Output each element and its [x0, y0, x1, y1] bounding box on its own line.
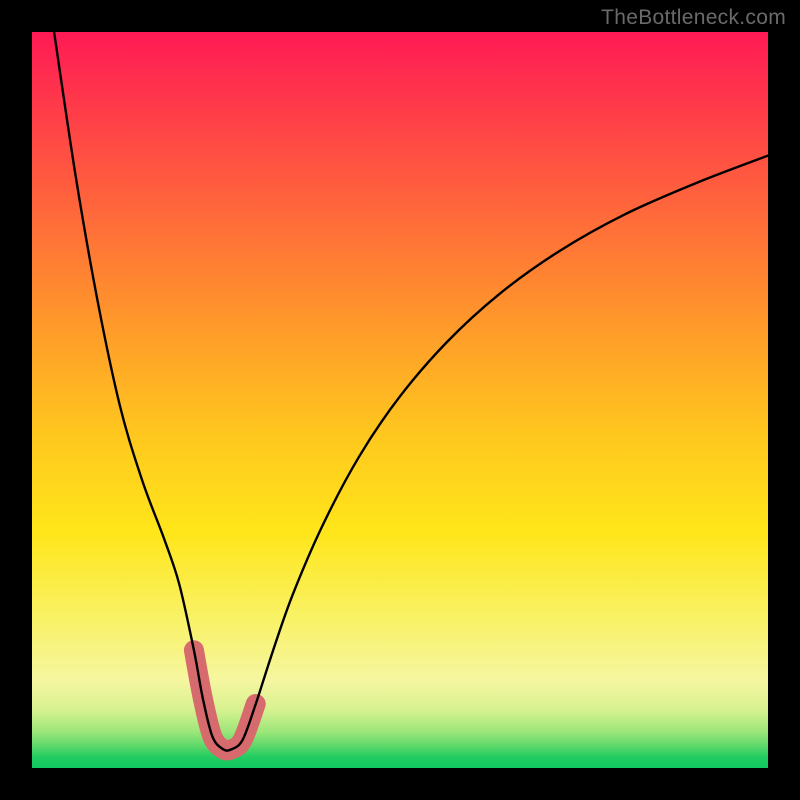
curve-line	[54, 32, 768, 751]
chart-svg	[32, 32, 768, 768]
outer-frame: TheBottleneck.com	[0, 0, 800, 800]
plot-area	[32, 32, 768, 768]
watermark-text: TheBottleneck.com	[601, 6, 786, 30]
